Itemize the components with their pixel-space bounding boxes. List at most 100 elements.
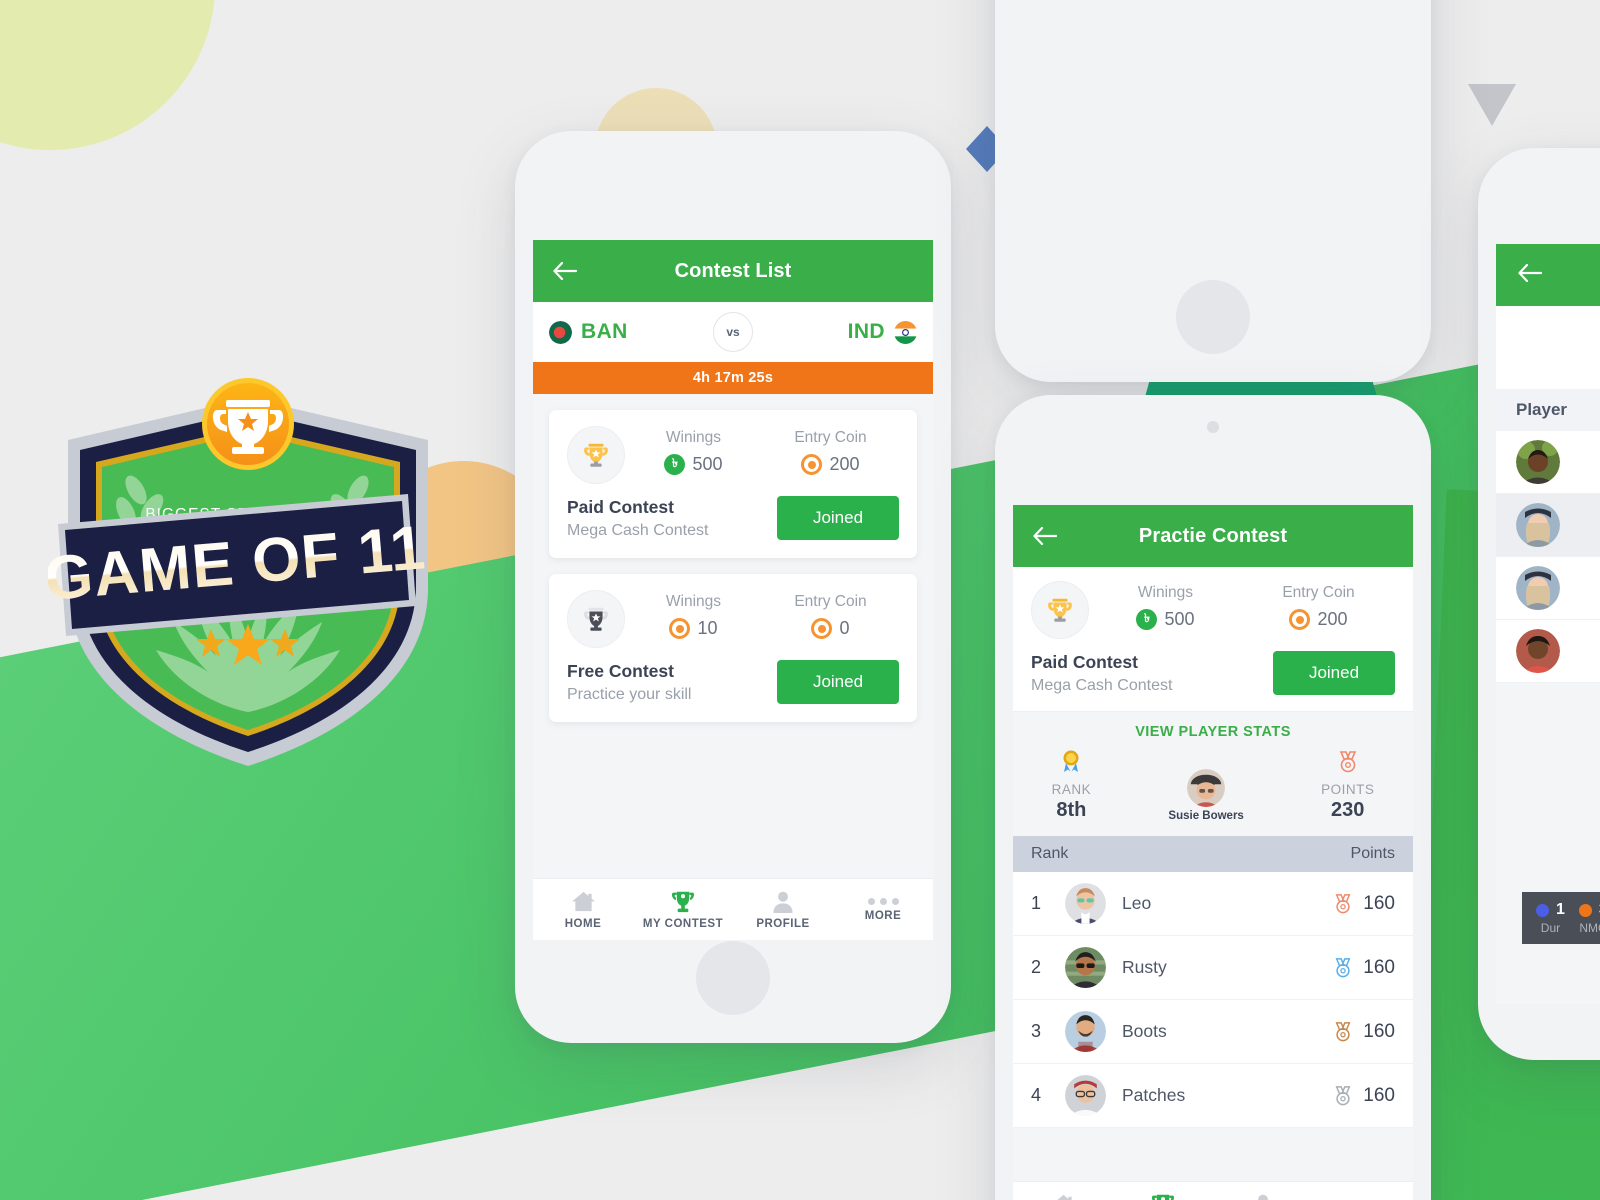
entry-coin-label: Entry Coin [1282, 584, 1355, 601]
trophy-icon [1151, 1194, 1175, 1200]
table-row[interactable]: 4 Patches 160 [1013, 1064, 1413, 1128]
back-button[interactable] [1033, 527, 1067, 545]
list-item[interactable] [1496, 431, 1600, 494]
contest-card-free[interactable]: Winings 10 Entry Coin 0 Free Contest Pra… [549, 574, 917, 722]
nav-label-more: MORE [864, 909, 902, 922]
contest-title: Paid Contest [1031, 652, 1138, 672]
vs-badge: vs [713, 312, 753, 352]
score-value: 1 [1556, 901, 1565, 918]
nav-item-home[interactable]: HOME [533, 890, 633, 930]
joined-button[interactable]: Joined [1273, 651, 1395, 695]
column-rank: Rank [1031, 845, 1069, 862]
india-flag-icon [894, 320, 917, 344]
score-label: Dur [1540, 921, 1561, 935]
contest-title: Free Contest [567, 661, 674, 681]
score-top: 3 [1578, 901, 1600, 919]
arrow-left-icon [1518, 263, 1543, 282]
nav-item-home[interactable]: HOME [1013, 1193, 1113, 1200]
gold-trophy-icon [1031, 581, 1089, 639]
player-stats-strip: VIEW PLAYER STATS RANK 8th Susie Bowers … [1013, 711, 1413, 836]
avatar [1516, 440, 1560, 484]
winnings-label: Winings [665, 429, 722, 446]
contest-names: Free Contest Practice your skill [567, 661, 691, 704]
entry-coin-stat: Entry Coin 0 [762, 590, 899, 639]
gold-trophy-icon [567, 426, 625, 484]
nav-item-my-contest[interactable]: MY CONTEST [1113, 1193, 1213, 1200]
screen-practice-contest: Practie Contest Winings ৳ 500 Entry Coin… [1013, 505, 1413, 1200]
entry-coin-value: 200 [829, 454, 860, 474]
joined-button[interactable]: Joined [777, 496, 899, 540]
nav-label-home: HOME [564, 917, 602, 930]
nav-item-more[interactable]: MORE [833, 897, 933, 922]
entry-coin-label: Entry Coin [794, 429, 867, 446]
score-top: 1 [1536, 901, 1565, 919]
entry-coin-value: 200 [1317, 609, 1348, 629]
orange-coin-icon [801, 454, 823, 475]
row-player-name: Leo [1122, 893, 1152, 913]
rank-label: RANK [1051, 782, 1092, 797]
back-button[interactable] [553, 262, 587, 280]
nav-item-my-contest[interactable]: MY CONTEST [633, 890, 733, 930]
orange-coin-icon [811, 618, 833, 639]
winnings-stat: Winings ৳ 500 [625, 426, 762, 475]
orange-coin-icon [669, 618, 691, 639]
contest-names: Paid Contest Mega Cash Contest [1031, 652, 1172, 695]
list-item[interactable] [1496, 620, 1600, 683]
row-points-value: 160 [1363, 956, 1395, 978]
gray-trophy-icon [567, 590, 625, 648]
contest-card-top: Winings 10 Entry Coin 0 [567, 590, 899, 648]
column-player: Player [1496, 389, 1600, 431]
back-button[interactable] [1518, 263, 1543, 287]
team-left-name: BAN [581, 320, 628, 343]
table-row[interactable]: 3 Boots 160 [1013, 1000, 1413, 1064]
list-item[interactable] [1496, 494, 1600, 557]
phone-team-select: WK 1 Player [1478, 148, 1600, 1060]
taka-coin-icon: ৳ [664, 454, 686, 475]
person-icon [773, 891, 793, 913]
team-right: IND [848, 320, 917, 344]
avatar [1065, 883, 1106, 924]
nav-item-profile[interactable]: PROFILE [1213, 1193, 1313, 1200]
row-rank: 3 [1031, 1021, 1042, 1041]
contest-subtitle: Mega Cash Contest [567, 522, 709, 539]
contest-card-top: Winings ৳ 500 Entry Coin 200 [567, 426, 899, 484]
column-points: Points [1350, 845, 1395, 862]
phone-camera [1207, 421, 1219, 433]
phone-practice-contest: Practie Contest Winings ৳ 500 Entry Coin… [995, 395, 1431, 1200]
contest-card-bottom: Free Contest Practice your skill Joined [567, 660, 899, 704]
table-row[interactable]: 1 Leo 160 [1013, 872, 1413, 936]
position-selector: WK 1 [1496, 306, 1600, 389]
joined-button[interactable]: Joined [777, 660, 899, 704]
points-stat: POINTS 230 [1321, 750, 1374, 822]
contest-card-paid[interactable]: Winings ৳ 500 Entry Coin 200 Paid Contes… [549, 410, 917, 558]
score-item-nmg: 3 NMG [1578, 901, 1600, 935]
phone-home-button[interactable] [1176, 280, 1250, 354]
trophy-icon [671, 891, 695, 912]
row-rank: 4 [1031, 1085, 1042, 1105]
bottom-navigation: HOME MY CONTEST PROFILE [1013, 1181, 1413, 1200]
arrow-left-icon [553, 262, 577, 280]
row-points-value: 160 [1363, 1020, 1395, 1042]
rosette-icon [1063, 750, 1079, 772]
winnings-stat: Winings ৳ 500 [1089, 581, 1242, 630]
bronze-medal-icon [1335, 1021, 1351, 1041]
row-points: 160 [1333, 1085, 1395, 1107]
nav-label-more: PROFILE [756, 917, 810, 930]
view-player-stats-link[interactable]: VIEW PLAYER STATS [1013, 724, 1413, 740]
decorative-yellow-circle [0, 0, 215, 150]
list-item[interactable] [1496, 557, 1600, 620]
winnings-stat: Winings 10 [625, 590, 762, 639]
row-rank: 1 [1031, 893, 1042, 913]
phone-home-button[interactable] [696, 941, 770, 1015]
contest-card-top: Winings ৳ 500 Entry Coin 200 [1031, 581, 1395, 639]
match-teams-row: BAN vs IND [533, 302, 933, 362]
row-player-name: Boots [1122, 1021, 1167, 1041]
position-label: WK [1496, 318, 1600, 334]
phone-match-list: IND vs Asia Cup 2018 SLK [995, 0, 1431, 382]
winnings-value-row: 10 [625, 618, 762, 639]
contest-title: Paid Contest [567, 497, 674, 517]
table-row[interactable]: 2 Rusty 160 [1013, 936, 1413, 1000]
entry-coin-stat: Entry Coin 200 [762, 426, 899, 475]
row-points-value: 160 [1363, 892, 1395, 914]
nav-item-profile[interactable]: PROFILE [733, 890, 833, 930]
